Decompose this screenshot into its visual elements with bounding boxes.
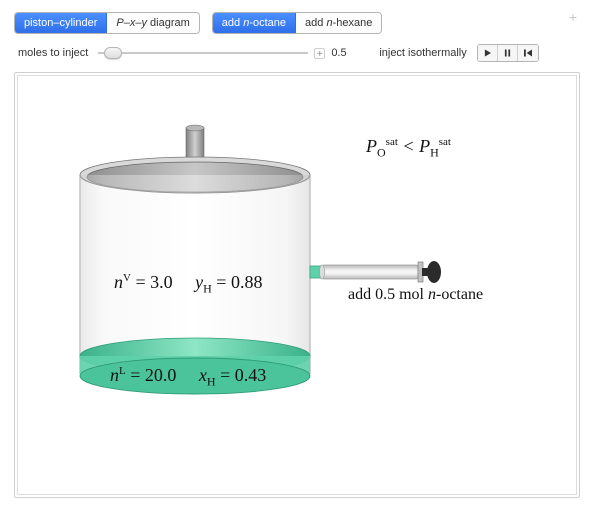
view-mode-group: piston–cylinder P–x–y diagram: [14, 12, 200, 34]
psat-relation: POsat < PHsat: [366, 136, 451, 161]
play-icon: [484, 49, 491, 57]
moles-slider[interactable]: [98, 46, 308, 60]
liquid-readout: nL = 20.0 xH = 0.43: [110, 365, 266, 390]
expand-controls-icon[interactable]: +: [566, 10, 580, 24]
slider-value: 0.5: [331, 47, 357, 59]
view-piston-cylinder[interactable]: piston–cylinder: [15, 13, 107, 33]
add-species-group: add n-octane add n-hexane: [212, 12, 383, 34]
reset-button[interactable]: [518, 45, 538, 61]
play-controls: [477, 44, 539, 62]
piston-cylinder-diagram: [18, 76, 577, 495]
piston-rod-cap: [186, 125, 204, 131]
slider-thumb[interactable]: [104, 47, 122, 59]
vapor-readout: nV = 3.0 yH = 0.88: [114, 272, 262, 297]
diagram-canvas: POsat < PHsat add 0.5 mol n-octane nV = …: [17, 75, 577, 495]
inject-label: inject isothermally: [379, 47, 466, 59]
add-n-hexane-button[interactable]: add n-hexane: [296, 13, 381, 33]
slider-expand-icon[interactable]: +: [314, 48, 325, 59]
play-button[interactable]: [478, 45, 498, 61]
view-pxy-diagram[interactable]: P–x–y diagram: [107, 13, 198, 33]
slider-label: moles to inject: [18, 47, 88, 59]
syringe: [310, 261, 441, 283]
pause-button[interactable]: [498, 45, 518, 61]
canvas-frame: POsat < PHsat add 0.5 mol n-octane nV = …: [14, 72, 580, 498]
syringe-caption: add 0.5 mol n-octane: [348, 286, 483, 304]
add-n-octane-button[interactable]: add n-octane: [213, 13, 296, 33]
skip-start-icon: [524, 49, 532, 57]
pause-icon: [504, 49, 511, 57]
